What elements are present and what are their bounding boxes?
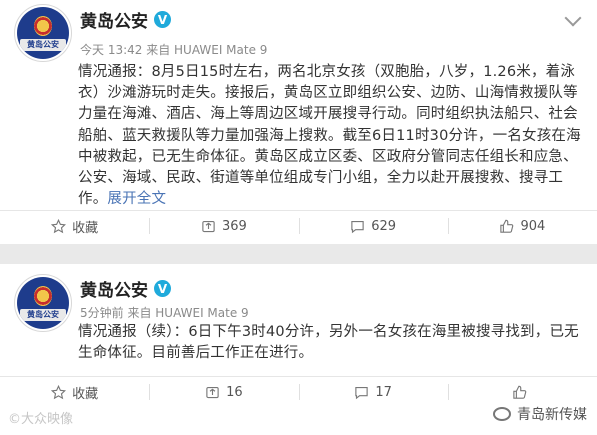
comment-icon [355, 386, 369, 399]
thumbs-up-icon [500, 219, 514, 233]
avatar[interactable]: 黄岛公安 [14, 4, 72, 62]
repost-count: 369 [221, 218, 247, 234]
like-button[interactable] [447, 377, 597, 407]
like-button[interactable]: 904 [447, 211, 597, 241]
post-text: 情况通报（续）：6日下午3时40分许，另外一名女孩在海里被搜寻找到，已无生命体征… [78, 324, 579, 362]
repost-icon [206, 386, 219, 398]
star-icon [51, 218, 67, 233]
comment-button[interactable]: 629 [298, 211, 448, 241]
favorite-label: 收藏 [72, 220, 99, 236]
chevron-down-icon[interactable] [564, 9, 582, 27]
watermark-right-text: 青岛新传媒 [517, 407, 587, 423]
author-name[interactable]: 黄岛公安 [80, 7, 148, 32]
watermark-left: ©大众映像 [8, 412, 74, 427]
verified-icon: V [154, 280, 171, 297]
verified-icon: V [154, 11, 171, 28]
expand-link[interactable]: 展开全文 [107, 191, 166, 207]
avatar-label: 黄岛公安 [20, 39, 66, 51]
post-meta: 今天 13:42 来自 HUAWEI Mate 9 [80, 43, 268, 57]
action-bar: 收藏 369 629 904 [0, 211, 597, 241]
post-text: 情况通报：8月5日15时左右，两名北京女孩（双胞胎，八岁，1.26米，着泳衣）沙… [78, 64, 581, 208]
author-name[interactable]: 黄岛公安 [80, 276, 148, 301]
comment-button[interactable]: 17 [298, 377, 448, 407]
favorite-button[interactable]: 收藏 [0, 377, 149, 407]
comment-count: 17 [375, 384, 392, 400]
action-bar: 收藏 16 17 [0, 377, 597, 407]
repost-icon [202, 220, 215, 232]
post-content: 情况通报：8月5日15时左右，两名北京女孩（双胞胎，八岁，1.26米，着泳衣）沙… [78, 62, 583, 210]
weibo-post-1: 黄岛公安 黄岛公安 V 今天 13:42 来自 HUAWEI Mate 9 情况… [0, 0, 597, 244]
watermark-right: 青岛新传媒 [493, 404, 587, 424]
repost-button[interactable]: 16 [149, 377, 298, 407]
police-badge-icon: 黄岛公安 [17, 7, 69, 59]
wechat-logo-icon [493, 407, 511, 421]
comment-count: 629 [371, 218, 397, 234]
favorite-button[interactable]: 收藏 [0, 211, 149, 241]
star-icon [51, 384, 67, 399]
post-meta: 5分钟前 来自 HUAWEI Mate 9 [80, 306, 249, 320]
avatar[interactable]: 黄岛公安 [14, 274, 72, 332]
favorite-label: 收藏 [72, 386, 99, 402]
comment-icon [351, 220, 364, 233]
repost-count: 16 [226, 384, 243, 400]
post-separator [0, 244, 597, 264]
avatar-label: 黄岛公安 [20, 309, 66, 321]
post-content: 情况通报（续）：6日下午3时40分许，另外一名女孩在海里被搜寻找到，已无生命体征… [78, 322, 583, 364]
like-count: 904 [520, 218, 546, 234]
repost-button[interactable]: 369 [149, 211, 298, 241]
police-badge-icon: 黄岛公安 [17, 277, 69, 329]
thumbs-up-icon [513, 385, 527, 399]
